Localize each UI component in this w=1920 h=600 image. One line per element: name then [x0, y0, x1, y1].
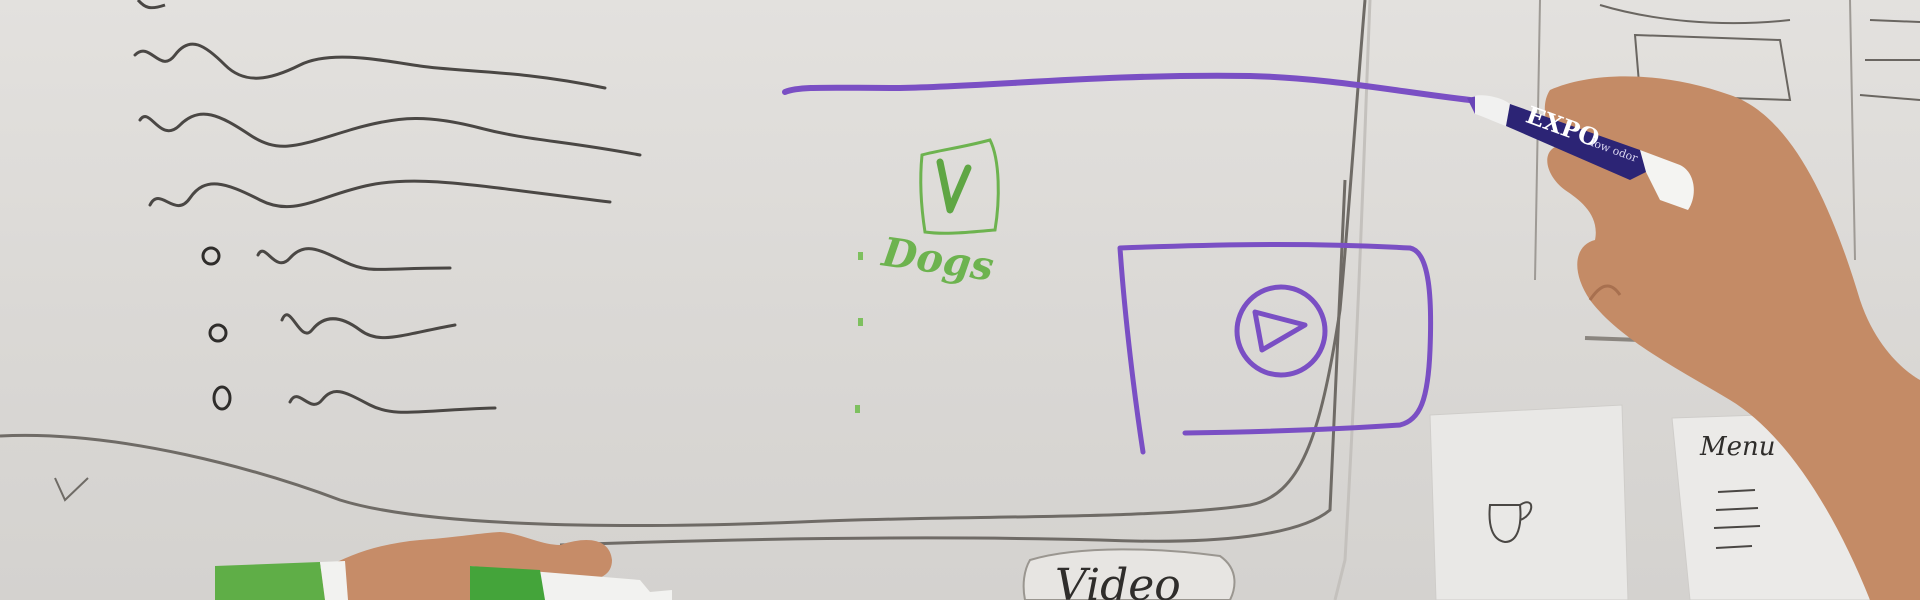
squiggle-line: [133, 42, 607, 90]
squiggle-line: [280, 313, 457, 340]
chevron-icon: [54, 477, 89, 502]
layout-container-outline: [559, 179, 1347, 547]
play-circle-icon: [1234, 284, 1328, 378]
squiggle-line: [288, 390, 497, 414]
video-label-text: Video: [1055, 560, 1181, 600]
whiteboard-drawing: [0, 0, 1920, 600]
bullet-dot: [201, 246, 221, 266]
green-dash: [858, 252, 863, 260]
top-mark: [136, 0, 166, 10]
squiggle-line: [256, 247, 452, 271]
right-sketch-line: [1849, 0, 1856, 261]
marker-label-green: [470, 566, 545, 600]
check-v-icon: [936, 158, 972, 214]
marker-barrel-green: [215, 562, 325, 600]
marker-collar: [1475, 95, 1510, 126]
sketch-line: [1859, 19, 1920, 101]
green-dash: [858, 318, 863, 326]
bullet-dot: [212, 385, 232, 411]
squiggle-line: [148, 179, 612, 209]
list-bullets: [201, 246, 232, 411]
bullet-dot: [208, 323, 228, 343]
sketch-line: [1599, 4, 1791, 25]
text-placeholder-squiggles: [133, 42, 642, 414]
whiteboard-photo: Dogs Video Menu EXPO low odor: [0, 0, 1920, 600]
green-dash: [855, 405, 860, 413]
play-triangle-icon: [1252, 309, 1308, 353]
green-dashes: [855, 252, 863, 413]
video-player-box: [1117, 242, 1434, 455]
squiggle-line: [138, 112, 642, 157]
menu-note-label: Menu: [1700, 432, 1776, 462]
